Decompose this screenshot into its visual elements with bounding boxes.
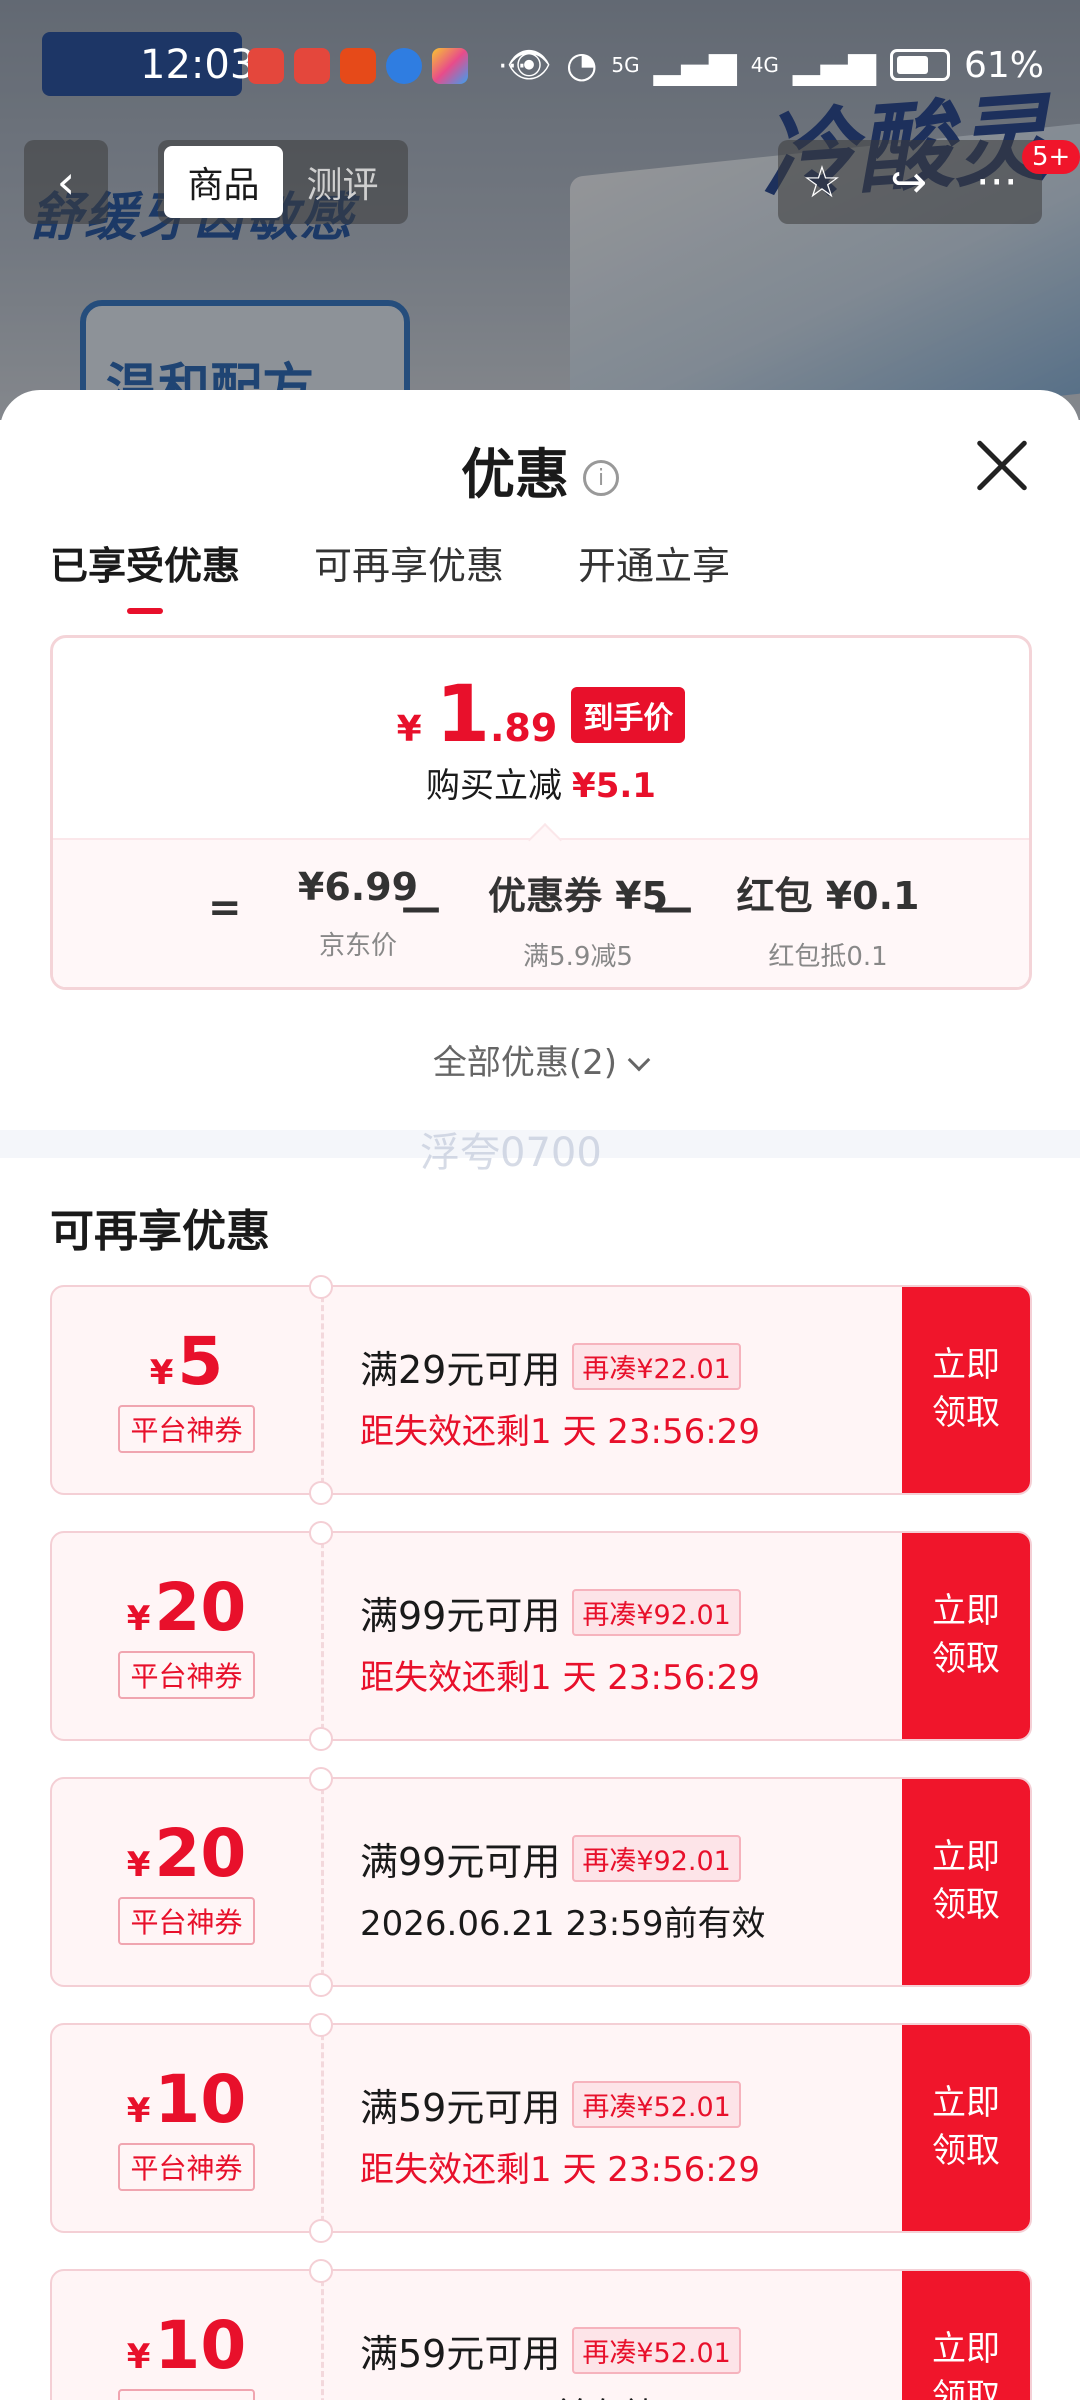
coupon-card: ¥10 平台神券 满59元可用再凑¥52.01 2026.06.21前有效 立即…	[50, 2259, 1032, 2400]
coupon-condition: 满59元可用	[360, 2332, 561, 2376]
claim-button[interactable]: 立即领取	[902, 1533, 1030, 1739]
coupon-currency: ¥	[126, 2091, 151, 2131]
battery-icon	[889, 49, 950, 81]
status-time: 12:03	[140, 42, 256, 88]
coupon-expiry: 距失效还剩1 天 23:56:29	[360, 1412, 760, 1452]
close-icon[interactable]	[974, 438, 1030, 494]
coupon-hint-badge: 再凑¥52.01	[572, 2327, 741, 2374]
claim-button[interactable]: 立即领取	[902, 1779, 1030, 1985]
currency-symbol: ¥	[396, 709, 422, 750]
battery-percent: 61%	[963, 44, 1044, 86]
watermark: 浮夸0700	[420, 1130, 602, 1176]
status-bar: 12:03 ··· 👁 ◔ 5G ▂▄▆ 4G ▂▄▆ 61%	[0, 0, 1080, 130]
coupon-kind-badge: 平台神券	[118, 2389, 255, 2400]
minus-sign: —	[401, 885, 441, 931]
coupon-currency: ¥	[126, 1845, 151, 1885]
claim-button[interactable]: 立即领取	[902, 2025, 1030, 2231]
coupon-card: ¥20 平台神券 满99元可用 再凑¥92.01 距失效还剩1 天 23:56:2…	[50, 1521, 1032, 1751]
discount-line: 购买立减 ¥5.1	[53, 758, 1029, 807]
price-integer: 1	[435, 670, 490, 760]
discount-sheet: 优惠 i 已享受优惠 可再享优惠 开通立享 ¥1.89 到手价 购买立减 ¥5.1 …	[0, 390, 1080, 2400]
all-discounts-label: 全部优惠(2)	[432, 1043, 618, 1083]
discount-label: 购买立减	[426, 766, 563, 806]
signal-icon: ▂▄▆	[792, 44, 876, 86]
coupon-condition: 满99元可用	[360, 1594, 561, 1638]
coupon-list: ¥5 平台神券 满29元可用 再凑¥22.01 距失效还剩1 天 23:56:29…	[50, 1275, 1032, 2400]
equals-sign: =	[208, 885, 242, 931]
coupon-amount: 10	[154, 2307, 247, 2384]
favorite-star-icon[interactable]: ☆	[802, 157, 841, 208]
huawei-app-icon	[294, 48, 330, 84]
tab-open-membership[interactable]: 开通立享	[578, 535, 730, 614]
coupon-currency: ¥	[126, 1599, 151, 1639]
wifi-icon: ◔	[565, 44, 598, 86]
status-indicators: 👁 ◔ 5G ▂▄▆ 4G ▂▄▆ 61%	[506, 44, 1044, 87]
breakdown-label: 红包抵0.1	[768, 942, 888, 972]
price-breakdown: = ¥6.99 京东价 — 优惠券 ¥5 满5.9减5 — 红包 ¥0.1 红包…	[53, 838, 1029, 987]
coupon-condition: 满99元可用	[360, 1840, 561, 1884]
chevron-down-icon	[627, 1048, 651, 1072]
price-decimal: .89	[490, 706, 558, 750]
product-actions: ☆ ↪ ···	[778, 140, 1042, 224]
coupon-kind-badge: 平台神券	[118, 2143, 255, 2191]
coupon-expiry: 2026.06.21前有效	[360, 2388, 902, 2400]
coupon-expiry: 2026.06.21 23:59前有效	[360, 1904, 766, 1944]
tab-more-available[interactable]: 可再享优惠	[314, 535, 504, 614]
coupon-expiry: 距失效还剩1 天 23:56:29	[360, 1658, 760, 1698]
all-discounts-toggle[interactable]: 全部优惠(2)	[0, 1035, 1080, 1084]
coupon-card: ¥10 平台神券 满59元可用 再凑¥52.01 距失效还剩1 天 23:56:2…	[50, 2013, 1032, 2243]
coupon-card: ¥20 平台神券 满99元可用 再凑¥92.01 2026.06.21 23:59…	[50, 1767, 1032, 1997]
coupon-condition: 满29元可用	[360, 1348, 561, 1392]
info-icon[interactable]: i	[583, 460, 619, 497]
final-price: ¥1.89 到手价	[53, 676, 1029, 754]
tab-review[interactable]: 测评	[283, 146, 402, 218]
section-title: 可再享优惠	[50, 1206, 270, 1257]
coupon-card: ¥5 平台神券 满29元可用 再凑¥22.01 距失效还剩1 天 23:56:29…	[50, 1275, 1032, 1505]
coupon-amount: 5	[177, 1323, 224, 1400]
signal-4g-label: 4G	[750, 53, 779, 77]
coupon-amount: 20	[154, 1569, 247, 1646]
huawei-app-icon	[248, 48, 284, 84]
coupon-expiry: 距失效还剩1 天 23:56:29	[360, 2150, 760, 2190]
coupon-hint-badge: 再凑¥22.01	[572, 1343, 741, 1390]
signal-icon: ▂▄▆	[653, 44, 737, 86]
coupon-amount: 10	[154, 2061, 247, 2138]
sheet-title: 优惠	[461, 443, 569, 506]
breakdown-value: 红包 ¥0.1	[736, 874, 920, 918]
share-icon[interactable]: ↪	[890, 157, 927, 208]
coupon-kind-badge: 平台神券	[118, 1405, 255, 1453]
sheet-title-row: 优惠 i	[0, 430, 1080, 509]
browser-app-icon	[386, 48, 422, 84]
coupon-amount: 20	[154, 1815, 247, 1892]
signal-5g-label: 5G	[611, 53, 640, 77]
back-button[interactable]: ‹	[24, 140, 108, 224]
tab-product[interactable]: 商品	[164, 146, 283, 218]
flashlight-app-icon	[340, 48, 376, 84]
minus-sign: —	[653, 885, 693, 931]
coupon-kind-badge: 平台神券	[118, 1651, 255, 1699]
claim-button[interactable]: 立即领取	[902, 2271, 1030, 2400]
coupon-currency: ¥	[149, 1353, 174, 1393]
breakdown-red-packet: 红包 ¥0.1 红包抵0.1	[693, 865, 963, 973]
coupon-hint-badge: 再凑¥92.01	[572, 1835, 741, 1882]
claim-button[interactable]: 立即领取	[902, 1287, 1030, 1493]
tab-enjoyed[interactable]: 已享受优惠	[50, 535, 240, 614]
more-icon[interactable]: ···	[976, 157, 1018, 208]
coupon-hint-badge: 再凑¥92.01	[572, 1589, 741, 1636]
final-price-badge: 到手价	[571, 687, 686, 743]
status-app-icons: ···	[248, 48, 527, 84]
coupon-hint-badge: 再凑¥52.01	[572, 2081, 741, 2128]
coupon-kind-badge: 平台神券	[118, 1897, 255, 1945]
cart-badge: 5+	[1022, 140, 1080, 174]
product-tabs: 商品 测评	[158, 140, 408, 224]
discount-value: ¥5.1	[572, 766, 656, 806]
coupon-condition: 满59元可用	[360, 2086, 561, 2130]
theme-app-icon	[432, 48, 468, 84]
breakdown-label: 满5.9减5	[523, 942, 633, 972]
discount-tabs: 已享受优惠 可再享优惠 开通立享	[50, 535, 730, 614]
eye-icon: 👁	[506, 45, 552, 86]
price-summary-card: ¥1.89 到手价 购买立减 ¥5.1 = ¥6.99 京东价 — 优惠券 ¥5 …	[50, 635, 1032, 990]
coupon-currency: ¥	[126, 2337, 151, 2377]
